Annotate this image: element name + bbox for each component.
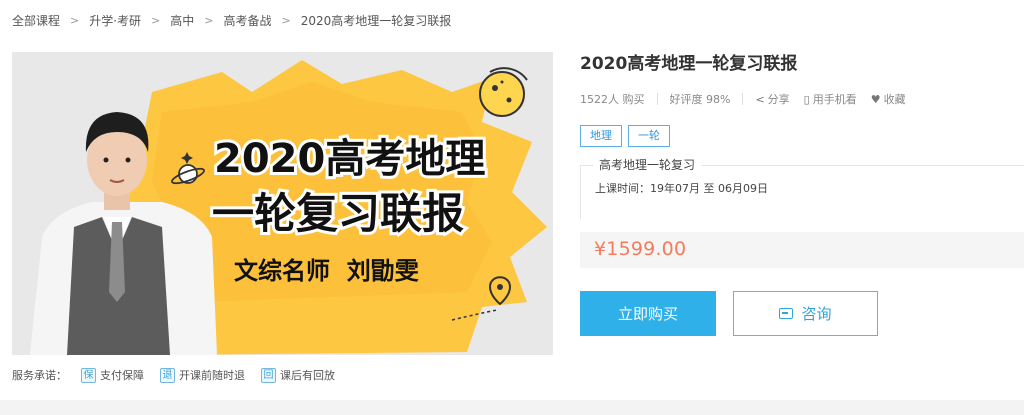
replay-icon: 回 bbox=[261, 367, 276, 383]
mobile-view-button[interactable]: ▯ 用手机看 bbox=[804, 91, 857, 107]
banner-teacher-line: 文综名师 刘勖雯 bbox=[234, 257, 419, 285]
schedule-box[interactable]: 高考地理一轮复习 上课时间：19年07月 至 06月09日 bbox=[580, 157, 1024, 219]
buy-now-button[interactable]: 立即购买 bbox=[580, 291, 716, 336]
breadcrumb-separator: > bbox=[204, 13, 214, 27]
chat-icon bbox=[779, 308, 794, 319]
consult-button[interactable]: 咨询 bbox=[733, 291, 878, 336]
divider bbox=[656, 93, 658, 105]
share-icon: < bbox=[755, 92, 765, 106]
course-meta: 1522人 购买 好评度 98% < 分享 ▯ 用手机看 ♥ 收藏 bbox=[580, 90, 920, 108]
banner-headline-line1: 2020高考地理 bbox=[214, 136, 485, 182]
breadcrumb-gaokao-prep[interactable]: 高考备战 bbox=[224, 12, 272, 29]
breadcrumb-high-school[interactable]: 高中 bbox=[170, 12, 194, 29]
divider bbox=[742, 93, 744, 105]
breadcrumb-all-courses[interactable]: 全部课程 bbox=[12, 12, 60, 29]
services-label: 服务承诺： bbox=[12, 369, 67, 382]
course-title: 2020高考地理一轮复习联报 bbox=[580, 54, 798, 74]
buyers-count: 1522人 购买 bbox=[580, 93, 645, 106]
page-bottom-divider bbox=[0, 400, 1024, 415]
share-button[interactable]: < 分享 bbox=[755, 91, 789, 107]
banner-illustration: 2020高考地理 一轮复习联报 文综名师 刘勖雯 bbox=[12, 52, 553, 355]
tag-first-round[interactable]: 一轮 bbox=[628, 125, 670, 147]
phone-icon: ▯ bbox=[803, 92, 810, 106]
breadcrumb-separator: > bbox=[70, 13, 80, 27]
service-replay: 回 课后有回放 bbox=[261, 367, 335, 383]
breadcrumb-separator: > bbox=[281, 13, 291, 27]
refund-icon: 退 bbox=[160, 367, 175, 383]
service-payment-guarantee: 保 支付保障 bbox=[81, 367, 144, 383]
rating: 好评度 98% bbox=[669, 93, 731, 106]
service-guarantees: 服务承诺： 保 支付保障 退 开课前随时退 回 课后有回放 bbox=[12, 366, 351, 384]
breadcrumb-separator: > bbox=[151, 13, 161, 27]
breadcrumb-admission[interactable]: 升学·考研 bbox=[89, 12, 141, 29]
favorite-button[interactable]: ♥ 收藏 bbox=[871, 91, 906, 107]
breadcrumb-current-course: 2020高考地理一轮复习联报 bbox=[300, 13, 452, 28]
course-info-panel: 2020高考地理一轮复习联报 1522人 购买 好评度 98% < 分享 ▯ 用… bbox=[580, 52, 1024, 336]
course-tags: 地理 一轮 bbox=[580, 125, 676, 147]
service-label: 支付保障 bbox=[100, 369, 144, 382]
shield-guarantee-icon: 保 bbox=[81, 367, 96, 383]
mobile-label: 用手机看 bbox=[812, 93, 857, 106]
consult-label: 咨询 bbox=[801, 306, 832, 323]
tag-geography[interactable]: 地理 bbox=[580, 125, 622, 147]
course-price: ¥1599.00 bbox=[594, 238, 687, 260]
favorite-label: 收藏 bbox=[883, 93, 906, 106]
service-refund: 退 开课前随时退 bbox=[160, 367, 245, 383]
schedule-time: 上课时间：19年07月 至 06月09日 bbox=[595, 182, 768, 195]
service-label: 开课前随时退 bbox=[179, 369, 245, 382]
schedule-name: 高考地理一轮复习 bbox=[593, 157, 702, 173]
banner-headline-line2: 一轮复习联报 bbox=[212, 189, 464, 238]
price-bar: ¥1599.00 bbox=[580, 232, 1024, 268]
service-label: 课后有回放 bbox=[280, 369, 335, 382]
course-banner: 2020高考地理 一轮复习联报 文综名师 刘勖雯 bbox=[12, 52, 553, 355]
heart-icon: ♥ bbox=[870, 92, 881, 106]
breadcrumb: 全部课程 > 升学·考研 > 高中 > 高考备战 > 2020高考地理一轮复习联… bbox=[12, 10, 451, 30]
share-label: 分享 bbox=[767, 93, 790, 106]
